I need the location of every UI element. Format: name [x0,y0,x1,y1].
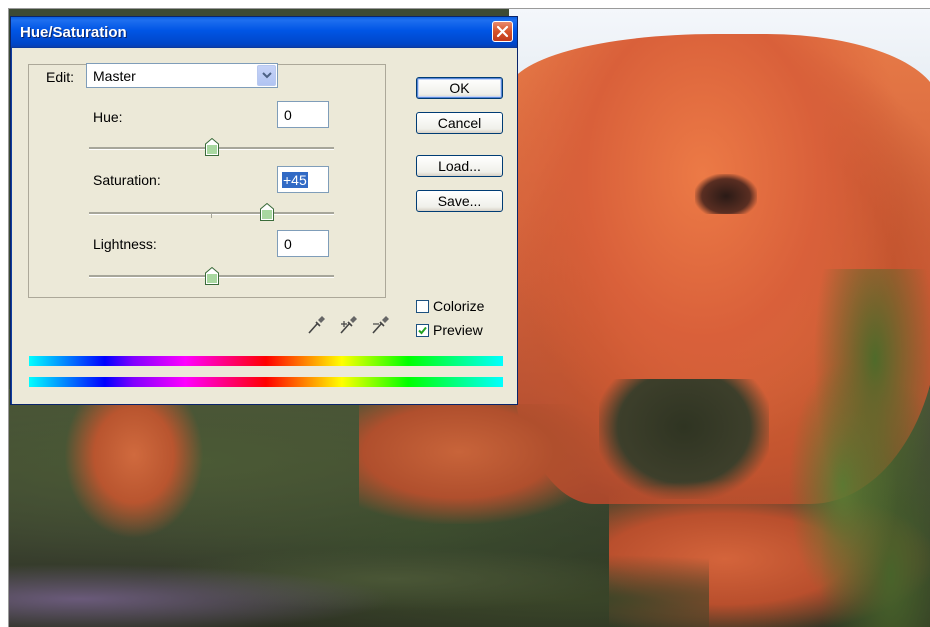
edit-groupbox [28,64,386,298]
input-color-spectrum [29,356,503,366]
eyedropper-minus-icon[interactable] [370,314,390,336]
dropdown-arrow-button[interactable] [257,65,276,86]
shrubs-foreground [9,529,709,627]
eyedropper-plus-icon[interactable] [338,314,358,336]
rock-spire [64,399,204,539]
close-button[interactable] [492,21,513,42]
rock-outcrop [359,404,609,524]
cave-opening [695,174,757,214]
hue-label: Hue: [93,109,123,125]
hue-saturation-dialog: Hue/Saturation Edit: Master Hue: 0 Satur… [10,16,518,405]
eyedropper-icon[interactable] [306,314,326,336]
hue-input[interactable]: 0 [277,101,329,128]
lightness-label: Lightness: [93,236,157,252]
colorize-label: Colorize [433,298,485,314]
lightness-slider-thumb[interactable] [204,267,219,285]
saturation-slider-thumb[interactable] [259,203,274,221]
saturation-center-tick [211,214,212,218]
output-color-spectrum [29,377,503,387]
colorize-checkbox[interactable] [416,300,429,313]
chevron-down-icon [262,72,272,79]
preview-checkbox[interactable] [416,324,429,337]
ok-button[interactable]: OK [416,77,503,99]
save-button[interactable]: Save... [416,190,503,212]
saturation-input[interactable]: +45 [277,166,329,193]
checkmark-icon [418,326,427,335]
dialog-title: Hue/Saturation [20,24,127,41]
edit-label: Edit: [43,69,78,85]
edit-channel-value: Master [93,68,136,84]
saturation-label: Saturation: [93,172,161,188]
dialog-titlebar[interactable]: Hue/Saturation [11,17,517,48]
preview-label: Preview [433,322,483,338]
edit-channel-select[interactable]: Master [86,63,278,88]
cancel-button[interactable]: Cancel [416,112,503,134]
hue-slider-thumb[interactable] [204,138,219,156]
shrubs-right [779,269,930,627]
load-button[interactable]: Load... [416,155,503,177]
lightness-input[interactable]: 0 [277,230,329,257]
close-icon [496,25,509,38]
